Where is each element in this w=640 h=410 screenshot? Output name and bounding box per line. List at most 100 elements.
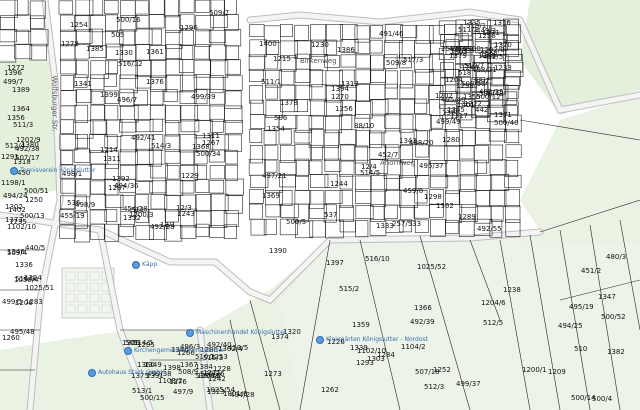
parcel-number-label: 1316 [493,19,511,27]
parcel-number-label: 1394 [331,85,349,93]
parcel-number-label: 88/10 [354,122,375,130]
parcel-number-label: 1200/1 [522,366,547,374]
parcel-number-label: 1396 [4,69,22,77]
parcel-number-label: 1250 [25,196,43,204]
parcel-number-label: 1290 [456,82,474,90]
parcel-number-label: 1347 [598,293,616,301]
parcel-number-label: 88/2 [474,77,490,85]
parcel-number-label: 1311 [103,155,121,163]
parcel-number-label: 492/55 [477,225,502,233]
parcel-number-label: 1202/8 [480,46,505,54]
parcel-number-label: 1390 [269,247,287,255]
parcel-number-label: 1104/2 [401,343,426,351]
map-pin-icon[interactable] [124,347,132,355]
parcel-number-label: 1361 [146,48,164,56]
map-pin-icon[interactable] [10,167,18,175]
parcel-number-label: 508/9 [178,368,199,376]
parcel-number-label: 1371 [494,111,512,119]
parcel-number-label: 512/5 [483,319,504,327]
parcel-number-label: 1215 [273,55,291,63]
poi-label[interactable]: Maschinenhandel Königslutter [196,329,286,337]
parcel-number-label: 440/5 [25,244,46,252]
parcel-number-label: 1392 [112,175,130,183]
parcel-number-label: 1402 [8,206,26,214]
parcel-number-label: 1373 [5,216,23,224]
parcel-number-label: 1330 [115,49,133,57]
parcel-number-label: 1401 [457,101,475,109]
parcel-number-label: 1399 [100,91,118,99]
parcel-number-label: 1339 [350,344,368,352]
poi-label[interactable]: Autohaus Stark GmbH [98,369,165,377]
parcel-number-label: 1202/9 [16,136,41,144]
parcel-number-label: 498/20 [409,139,434,147]
poi-label[interactable]: Käpp [142,261,157,269]
parcel-number-label: 1346 [7,248,25,256]
map-pin-icon[interactable] [132,261,140,269]
parcel-number-label: 536 [67,199,81,207]
parcel-number-label: 499/39 [191,93,216,101]
parcel-number-label: 12/4 [361,163,377,171]
parcel-number-label: 500/34 [196,150,221,158]
parcel-number-label: 494/25 [558,322,583,330]
parcel-number-label: 515/3 [203,354,224,362]
parcel-number-label: 1364 [12,105,30,113]
parcel-number-label: 1283 [25,298,43,306]
map-pin-icon[interactable] [88,369,96,377]
parcel-number-label: 1303 [367,355,385,363]
parcel-number-label: 499/49 [436,118,461,126]
parcel-number-label: 1366 [414,304,432,312]
poi-label[interactable]: Kirchengemeinde Königslutter [134,347,225,355]
parcel-number-label: 509/7 [209,9,230,17]
parcel-number-label: 500/15 [140,394,165,402]
field-boundary-9 [539,199,640,233]
parcel-number-label: 505 [111,31,125,39]
parcel-number-label: 491/46 [379,30,404,38]
parcel-number-label: 500/48 [479,90,504,98]
parcel-number-label: 1289 [458,213,476,221]
parcel-number-label: 1273 [264,370,282,378]
parcel-number-label: 1378 [280,99,298,107]
parcel-number-label: 1386 [337,46,355,54]
parcel-number-label: 1359 [352,321,370,329]
poi-label[interactable]: Kleingärten Königslutter - Nordost [326,336,428,344]
parcel-number-label: 1362 [436,202,454,210]
parcel-number-label: 1202 [435,92,453,100]
parcel-number-label: 1256 [335,105,353,113]
parcel-number-label: 514/3 [151,142,172,150]
parcel-number-label: 507/17 [15,154,40,162]
parcel-number-label: 1354 [267,125,285,133]
parcel-number-label: 514/5 [133,339,154,347]
parcel-number-label: 257/533 [392,220,422,228]
parcel-number-label: 496/7 [117,96,138,104]
parcel-number-label: 500/40 [494,119,519,127]
parcel-number-label: 509/8 [386,59,407,67]
parcel-number-label: 1198/1 [1,179,26,187]
parcel-number-label: 516/10 [365,255,390,263]
parcel-number-label: 500/5 [286,218,307,226]
parcel-number-label: 1352 [123,214,141,222]
parcel-number-label: 1260 [2,334,20,342]
map-pin-icon[interactable] [186,329,194,337]
parcel-number-label: 500/4 [592,395,613,403]
parcel-number-label: 451/2 [581,267,602,275]
parcel-number-label: 516/12 [118,60,143,68]
map-pin-icon[interactable] [316,336,324,344]
parcel-number-label: 500/52 [601,313,626,321]
parcel-number-label: 1025/51 [25,284,55,292]
poi-label[interactable]: Tennisverein Königslutter [20,167,95,175]
parcel-number-label: 1262 [321,386,339,394]
parcel-number-label: 1243 [177,210,195,218]
parcel-number-label: 1271 [482,29,500,37]
map-canvas[interactable]: 455/19 459/8 449/3 450 451/2 453/5 454/28 452/7… [0,0,640,410]
parcel-number-label: 13/1 [160,221,176,229]
street-name-label: Ahornweg [380,159,416,167]
parcel-number-label: 480/3 [606,253,627,261]
parcel-number-label: 1050/4 [14,276,39,284]
parcel-number-label: 1400 [259,40,277,48]
parcel-number-label: 512/3 [424,383,445,391]
parcel-number-label: 1025/52 [417,263,447,271]
parcel-number-label: 1397 [326,259,344,267]
parcel-number-label: 1254 [70,21,88,29]
parcel-number-label: 1278 [61,40,79,48]
parcel-number-label: 492/41 [131,134,156,142]
